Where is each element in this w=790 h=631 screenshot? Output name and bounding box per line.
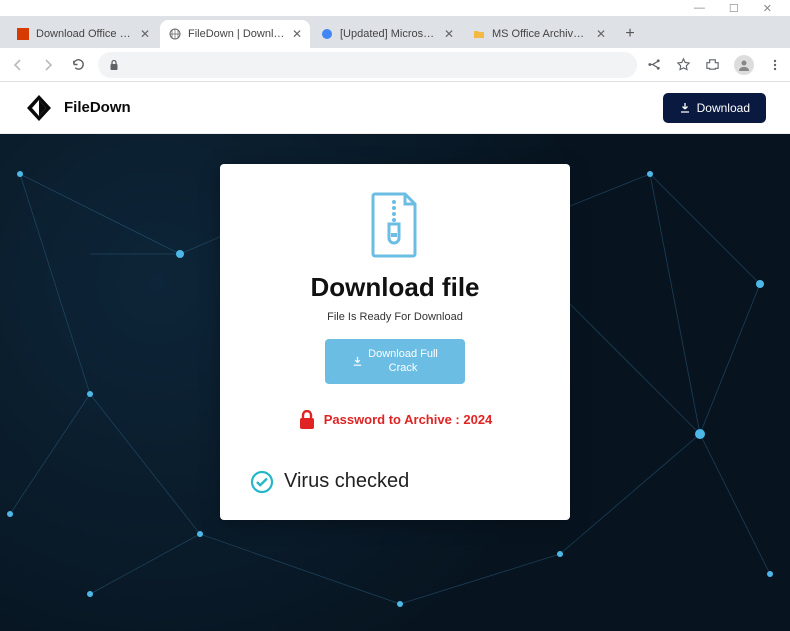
tab-3[interactable]: MS Office Archives - Crack 4 PC ✕ [464, 20, 614, 48]
tab-0[interactable]: Download Office 365 Pro Plus F ✕ [8, 20, 158, 48]
brand-name: FileDown [64, 99, 131, 116]
zip-file-icon [367, 192, 423, 258]
tab-close-icon[interactable]: ✕ [140, 27, 150, 41]
hero-background: Download file File Is Ready For Download… [0, 134, 790, 631]
window-minimize-icon[interactable]: — [694, 2, 705, 14]
site-header: FileDown Download [0, 82, 790, 134]
tab-close-icon[interactable]: ✕ [444, 27, 454, 41]
tab-close-icon[interactable]: ✕ [292, 27, 302, 41]
share-icon[interactable] [647, 57, 662, 72]
tab-title: Download Office 365 Pro Plus F [36, 28, 134, 40]
browser-toolbar [0, 48, 790, 82]
tab-title: MS Office Archives - Crack 4 PC [492, 28, 590, 40]
download-card: Download file File Is Ready For Download… [220, 164, 570, 520]
favicon-icon [320, 27, 334, 41]
profile-avatar[interactable] [734, 55, 754, 75]
brand-logo-icon [24, 93, 54, 123]
tab-2[interactable]: [Updated] Microsoft Office Cra… ✕ [312, 20, 462, 48]
header-download-button[interactable]: Download [663, 93, 766, 123]
forward-button[interactable] [38, 55, 58, 75]
download-icon [352, 356, 363, 367]
download-icon [679, 102, 691, 114]
window-close-icon[interactable]: ✕ [763, 2, 772, 15]
globe-icon [168, 27, 182, 41]
reload-button[interactable] [68, 55, 88, 75]
toolbar-right [647, 55, 782, 75]
tab-title: [Updated] Microsoft Office Cra… [340, 28, 438, 40]
extensions-icon[interactable] [705, 57, 720, 72]
favicon-icon [16, 27, 30, 41]
virus-checked-label: Virus checked [284, 470, 409, 493]
download-full-crack-button[interactable]: Download FullCrack [325, 339, 465, 384]
tab-close-icon[interactable]: ✕ [596, 27, 606, 41]
menu-icon[interactable] [768, 58, 782, 72]
tab-title: FileDown | Download file [188, 28, 286, 40]
virus-checked-row: Virus checked [250, 470, 409, 494]
lock-icon [108, 59, 120, 71]
tab-strip: Download Office 365 Pro Plus F ✕ FileDow… [0, 16, 790, 48]
card-title: Download file [311, 272, 480, 303]
tab-1[interactable]: FileDown | Download file ✕ [160, 20, 310, 48]
password-text: Password to Archive : 2024 [324, 412, 493, 427]
checkmark-circle-icon [250, 470, 274, 494]
brand: FileDown [24, 93, 131, 123]
download-button-label: Download FullCrack [368, 347, 438, 376]
window-controls: — ☐ ✕ [0, 0, 790, 16]
folder-icon [472, 27, 486, 41]
password-row: Password to Archive : 2024 [298, 410, 493, 430]
padlock-icon [298, 410, 316, 430]
bookmark-icon[interactable] [676, 57, 691, 72]
header-download-label: Download [697, 101, 750, 115]
new-tab-button[interactable]: + [616, 20, 644, 48]
address-bar[interactable] [98, 52, 637, 78]
card-subtitle: File Is Ready For Download [327, 311, 463, 323]
back-button[interactable] [8, 55, 28, 75]
window-maximize-icon[interactable]: ☐ [729, 2, 739, 15]
